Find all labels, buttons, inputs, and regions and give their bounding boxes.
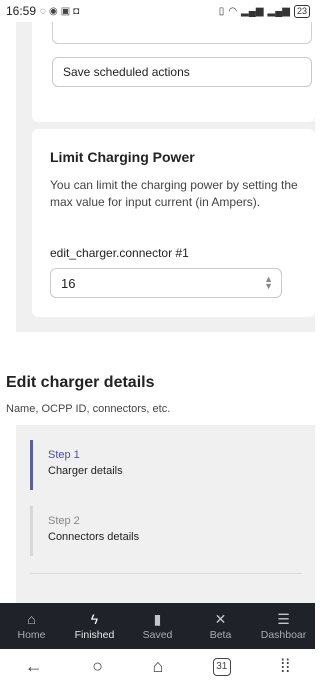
nav-label: Saved [142,629,173,641]
system-nav-bar: ← ○ ⌂ 31 ⁞⁞ [0,649,315,684]
edit-charger-subtitle: Name, OCPP ID, connectors, etc. [6,403,171,415]
lightning-icon: ϟ [90,611,99,627]
nav-label: Home [17,629,46,641]
nav-beta[interactable]: ✕ Beta [189,603,252,649]
calendar-icon[interactable]: 31 [212,657,231,676]
eye-icon: ◉ [48,5,58,17]
signal-2-icon: ▂▄▆ [267,5,290,17]
step-number: Step 2 [48,515,80,527]
tools-icon: ✕ [214,611,227,627]
step-name: Connectors details [48,531,140,543]
step-charger-details[interactable]: Step 1 Charger details [30,440,290,490]
scheduled-input-partial[interactable] [52,22,312,44]
step-name: Charger details [48,465,123,477]
nav-dashboard[interactable]: ☰ Dashboar [252,603,315,649]
current-limit-value: 16 [61,275,76,291]
step-connectors-details[interactable]: Step 2 Connectors details [30,506,290,556]
step-indicator [30,506,33,556]
home-outline-icon[interactable]: ⌂ [152,656,163,677]
limit-power-title: Limit Charging Power [50,149,195,165]
nav-home[interactable]: ⌂ Home [0,603,63,649]
more-dots-icon[interactable]: ⁞⁞ [280,656,290,677]
limit-power-description: You can limit the charging power by sett… [50,178,298,209]
back-arrow-icon[interactable]: ← [25,656,43,677]
scheduled-actions-card: Save scheduled actions [32,22,315,122]
steps-panel: Step 1 Charger details Step 2 Connectors… [16,425,315,603]
menu-icon: ☰ [277,611,290,627]
nav-finished[interactable]: ϟ Finished [63,603,126,649]
bookmark-icon: ▮ [153,611,162,627]
home-icon: ⌂ [27,611,36,627]
nav-label: Beta [209,629,232,641]
search-icon[interactable]: ○ [92,656,103,677]
status-time: 16:59 [6,4,37,18]
wifi-icon: ◠ [228,5,238,17]
status-bar: 16:59 ◌ ◉ ▣ ◘ ▯ ◠ ▂▄▆ ▂▄▆ 23 [0,0,315,22]
settings-panel: Save scheduled actions Limit Charging Po… [16,22,315,332]
step-number: Step 1 [48,449,80,461]
bottom-nav: ⌂ Home ϟ Finished ▮ Saved ✕ Beta ☰ Dashb… [0,603,315,649]
nav-label: Finished [74,629,115,641]
battery-icon: 23 [293,4,310,18]
nav-saved[interactable]: ▮ Saved [126,603,189,649]
stepper-chevrons-icon[interactable]: ▲ ▼ [264,275,273,291]
notification-icon: ◌ [40,5,46,17]
nfc-icon: ▣ [60,5,71,17]
current-limit-input[interactable]: 16 ▲ ▼ [50,268,282,298]
limit-charging-power-card: Limit Charging Power You can limit the c… [32,129,315,317]
step-indicator [30,440,33,490]
signal-icon: ▂▄▆ [241,5,264,17]
app-icon: ◘ [73,5,80,17]
edit-charger-title: Edit charger details [6,374,155,391]
divider [30,573,302,574]
save-scheduled-actions-button[interactable]: Save scheduled actions [52,57,312,87]
connector-field-label: edit_charger.connector #1 [50,246,189,260]
nav-label: Dashboar [260,629,307,641]
vibrate-icon: ▯ [218,5,225,17]
